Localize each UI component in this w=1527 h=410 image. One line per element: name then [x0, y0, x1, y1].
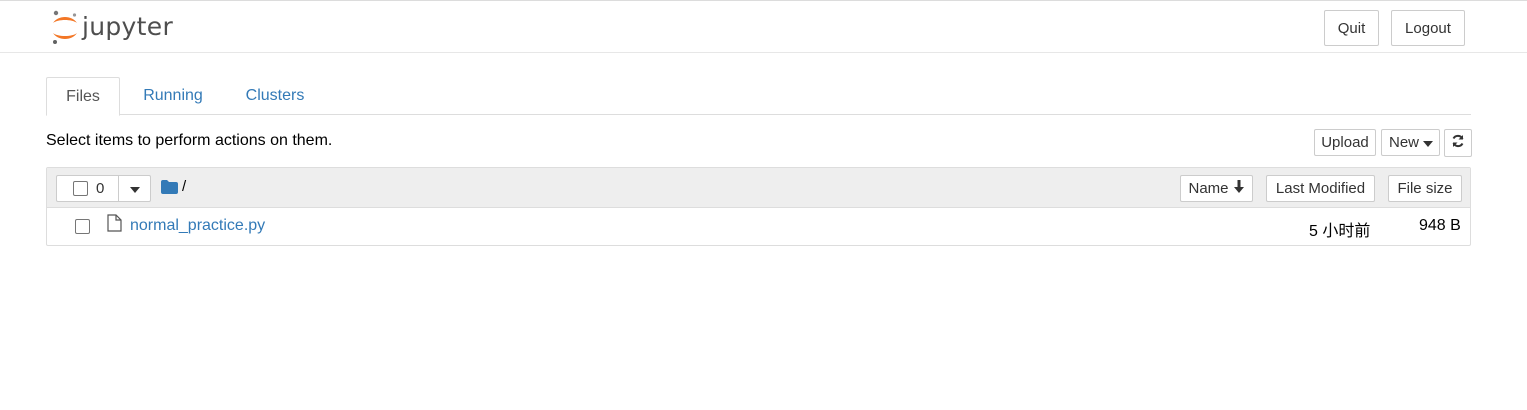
sort-by-size-button[interactable]: File size — [1388, 175, 1462, 202]
file-name-link[interactable]: normal_practice.py — [130, 217, 265, 235]
file-modified: 5 小时前 — [1309, 223, 1371, 240]
selected-count: 0 — [96, 180, 105, 197]
file-size: 948 B — [1419, 217, 1461, 234]
tab-bar: Files Running Clusters — [46, 77, 1471, 116]
jupyter-logo[interactable]: jupyter — [50, 10, 173, 46]
refresh-icon — [1451, 134, 1465, 152]
file-list-header: 0 / Name Last Modified File size — [47, 168, 1470, 208]
caret-down-icon — [129, 180, 140, 197]
logout-button[interactable]: Logout — [1391, 10, 1465, 46]
quit-button[interactable]: Quit — [1324, 10, 1379, 46]
select-all-checkbox[interactable] — [73, 181, 88, 196]
tab-files[interactable]: Files — [46, 77, 120, 116]
folder-icon[interactable] — [161, 180, 178, 197]
selection-hint: Select items to perform actions on them. — [46, 132, 333, 149]
tab-clusters[interactable]: Clusters — [232, 77, 318, 115]
file-select-checkbox[interactable] — [75, 219, 90, 234]
caret-down-icon — [1423, 134, 1434, 151]
file-icon — [107, 214, 122, 235]
selection-dropdown-button[interactable] — [118, 175, 151, 202]
header: jupyter Quit Logout — [0, 0, 1527, 53]
new-dropdown-button[interactable]: New — [1381, 129, 1440, 156]
breadcrumb-path[interactable]: / — [182, 178, 186, 195]
file-list: 0 / Name Last Modified File size normal_… — [46, 167, 1471, 246]
sort-name-label: Name — [1188, 180, 1229, 197]
upload-button[interactable]: Upload — [1314, 129, 1376, 156]
refresh-button[interactable] — [1444, 129, 1472, 157]
select-all-group[interactable]: 0 — [56, 175, 119, 202]
logo-text: jupyter — [82, 11, 174, 41]
jupyter-logo-icon — [50, 10, 80, 46]
new-label: New — [1389, 134, 1420, 151]
tab-running[interactable]: Running — [130, 77, 216, 115]
list-item[interactable]: normal_practice.py 5 小时前 948 B — [47, 208, 1470, 245]
sort-by-name-button[interactable]: Name — [1180, 175, 1253, 202]
arrow-down-icon — [1233, 180, 1245, 197]
sort-by-modified-button[interactable]: Last Modified — [1266, 175, 1375, 202]
